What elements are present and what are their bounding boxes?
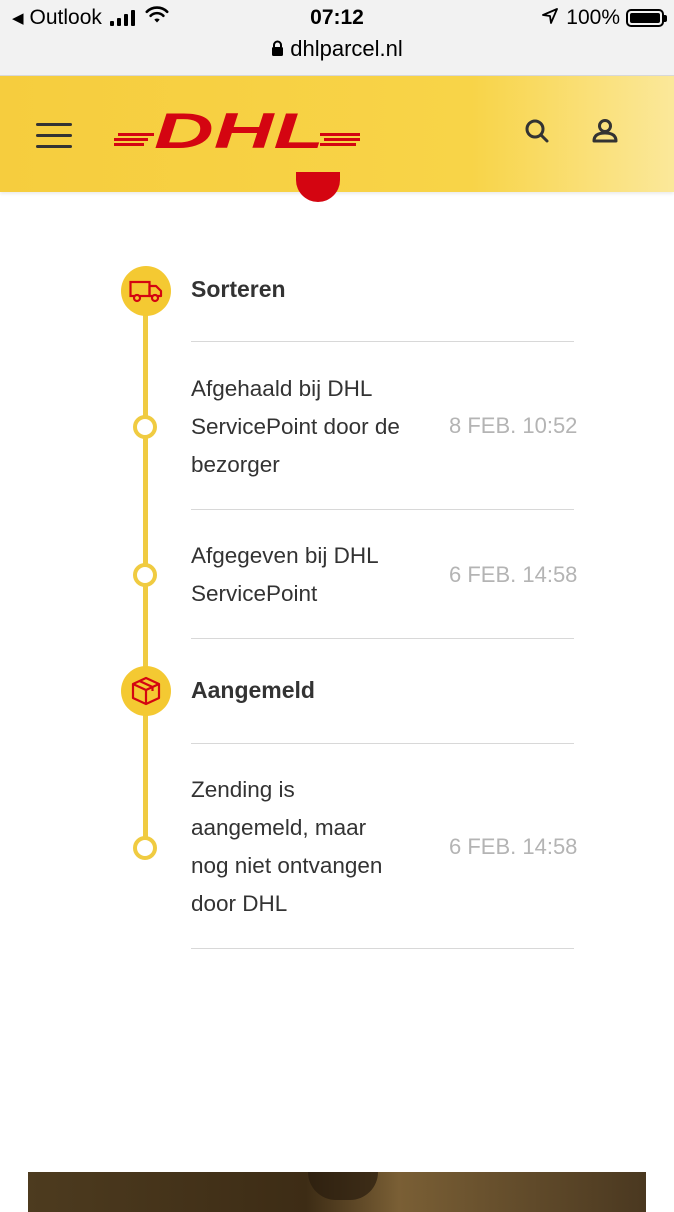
lock-icon: [271, 37, 284, 63]
event-text: Afgegeven bij DHL ServicePoint: [191, 543, 379, 606]
event-date: 8 FEB. 10:52: [449, 413, 578, 438]
svg-text:DHL: DHL: [154, 112, 324, 152]
divider: [191, 509, 574, 510]
timeline-dot: [133, 415, 157, 439]
truck-icon: [121, 266, 171, 316]
url-text: dhlparcel.nl: [290, 36, 403, 61]
search-icon[interactable]: [522, 116, 552, 146]
menu-icon[interactable]: [36, 123, 72, 148]
divider: [191, 341, 574, 342]
divider: [191, 948, 574, 949]
status-right: 100%: [542, 6, 667, 30]
event-text: Afgehaald bij DHL ServicePoint door de b…: [191, 376, 400, 477]
divider: [191, 638, 574, 639]
event-text: Zending is aangemeld, maar nog niet ontv…: [191, 777, 383, 916]
section-title-sorteren: Sorteren: [191, 276, 286, 302]
status-indicator: [296, 172, 340, 202]
section-title-aangemeld: Aangemeld: [191, 677, 315, 703]
location-arrow-icon: [542, 6, 559, 30]
divider: [191, 743, 574, 744]
timeline-dot: [133, 836, 157, 860]
package-icon: [121, 666, 171, 716]
battery-icon: [626, 9, 667, 27]
status-bar: ◀ Outlook 07:12 100% dhlparcel.nl: [0, 0, 674, 76]
account-icon[interactable]: [590, 116, 620, 146]
dhl-logo[interactable]: DHL: [114, 103, 360, 159]
promo-image[interactable]: [28, 1172, 646, 1212]
address-bar[interactable]: dhlparcel.nl: [0, 36, 674, 63]
timeline-dot: [133, 563, 157, 587]
event-date: 6 FEB. 14:58: [449, 562, 578, 587]
battery-percent: 100%: [566, 6, 620, 29]
event-date: 6 FEB. 14:58: [449, 834, 578, 859]
